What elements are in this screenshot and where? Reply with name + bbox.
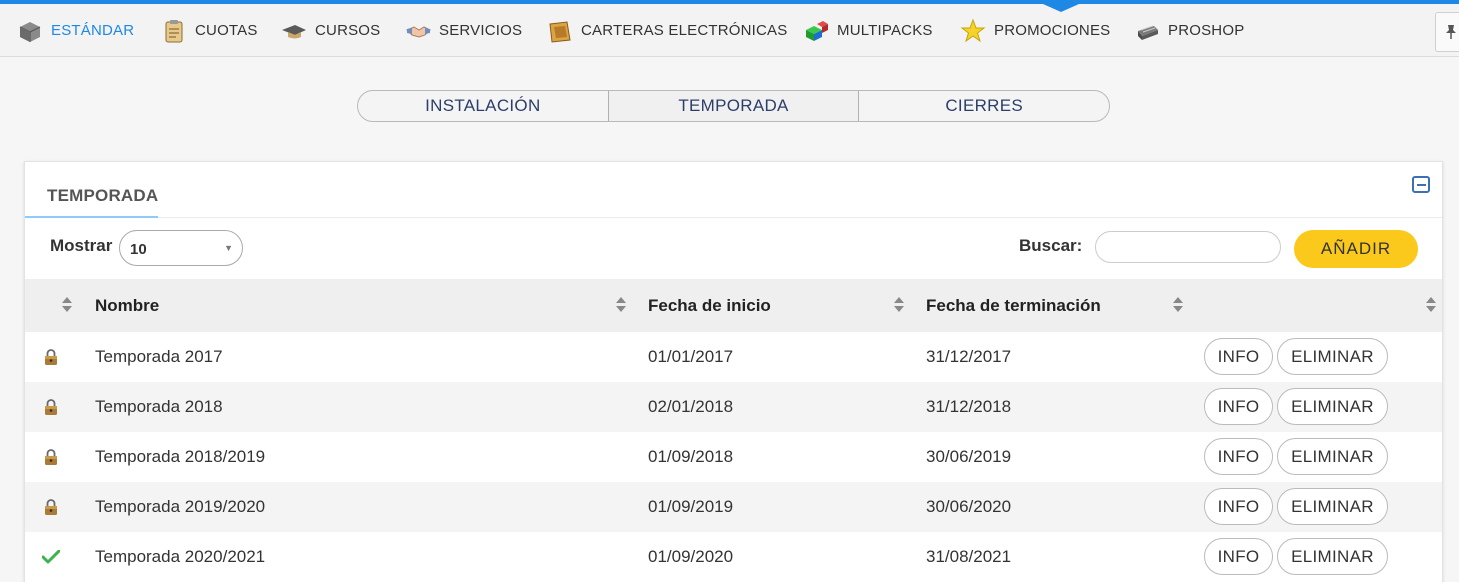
info-button[interactable]: INFO [1204, 438, 1273, 475]
table-header: Nombre Fecha de inicio Fecha de terminac… [25, 279, 1442, 332]
show-entries-label: Mostrar [50, 236, 113, 255]
nav-item-proshop[interactable]: PROSHOP [1134, 4, 1244, 57]
lock-icon [42, 447, 60, 467]
sort-icon[interactable] [1173, 297, 1183, 313]
cell-nombre: Temporada 2019/2020 [95, 497, 266, 516]
caret-down-icon: ▼ [224, 243, 233, 253]
cell-fecha-inicio: 01/09/2019 [648, 497, 734, 516]
nav-label: CUOTAS [195, 22, 258, 39]
delete-button[interactable]: ELIMINAR [1277, 388, 1388, 425]
delete-button[interactable]: ELIMINAR [1277, 338, 1388, 375]
delete-button[interactable]: ELIMINAR [1277, 438, 1388, 475]
show-entries-value: 10 [130, 241, 147, 258]
box-icon [17, 18, 43, 44]
search-input[interactable] [1095, 231, 1281, 263]
lock-icon [42, 347, 60, 367]
tab-cierres[interactable]: CIERRES [859, 91, 1109, 121]
cell-nombre: Temporada 2017 [95, 347, 223, 366]
cell-fecha-inicio: 01/09/2018 [648, 447, 734, 466]
panel-title-underline [25, 216, 158, 218]
info-button[interactable]: INFO [1204, 538, 1273, 575]
nav-item-cursos[interactable]: CURSOS [281, 4, 380, 57]
cell-fecha-terminacion: 31/08/2021 [926, 547, 1012, 566]
cell-fecha-terminacion: 30/06/2020 [926, 497, 1012, 516]
nav-label: MULTIPACKS [837, 22, 933, 39]
cell-fecha-inicio: 01/01/2017 [648, 347, 734, 366]
nav-label: SERVICIOS [439, 22, 523, 39]
nav-label: PROMOCIONES [994, 22, 1111, 39]
cell-nombre: Temporada 2018/2019 [95, 447, 266, 466]
star-icon [960, 18, 986, 44]
nav-item-servicios[interactable]: SERVICIOS [405, 4, 522, 57]
nav-label: ESTÁNDAR [51, 22, 135, 39]
table-row: Temporada 2018 02/01/2018 31/12/2018 INFO EL… [25, 382, 1442, 432]
nav-item-promociones[interactable]: PROMOCIONES [960, 4, 1110, 57]
top-navigation: ESTÁNDAR CUOTAS CURSOS SERVICIOS CARTERA… [0, 4, 1459, 57]
column-header-fecha-inicio[interactable]: Fecha de inicio [648, 279, 771, 332]
table-row: Temporada 2020/2021 01/09/2020 31/08/2021 I… [25, 532, 1442, 582]
pin-icon[interactable] [1435, 12, 1459, 52]
handshake-icon [405, 18, 431, 44]
panel-divider [25, 217, 1442, 218]
add-button[interactable]: AÑADIR [1294, 230, 1418, 268]
cell-nombre: Temporada 2020/2021 [95, 547, 266, 566]
nav-item-cuotas[interactable]: CUOTAS [161, 4, 258, 57]
sort-icon[interactable] [894, 297, 904, 313]
info-button[interactable]: INFO [1204, 338, 1273, 375]
check-icon [42, 547, 60, 567]
cell-fecha-terminacion: 30/06/2019 [926, 447, 1012, 466]
show-entries-select[interactable]: 10 ▼ [119, 230, 243, 266]
column-header-nombre[interactable]: Nombre [95, 279, 159, 332]
table-row: Temporada 2018/2019 01/09/2018 30/06/2019 I… [25, 432, 1442, 482]
cell-fecha-terminacion: 31/12/2018 [926, 397, 1012, 416]
lock-icon [42, 497, 60, 517]
graduation-cap-icon [281, 18, 307, 44]
column-header-fecha-terminacion[interactable]: Fecha de terminación [926, 279, 1101, 332]
tab-instalacion[interactable]: INSTALACIÓN [358, 91, 608, 121]
cell-nombre: Temporada 2018 [95, 397, 223, 416]
nav-label: CURSOS [315, 22, 381, 39]
sort-icon[interactable] [62, 297, 72, 313]
table-row: Temporada 2017 01/01/2017 31/12/2017 INFO EL… [25, 332, 1442, 382]
sort-icon[interactable] [1426, 297, 1436, 313]
lock-icon [42, 397, 60, 417]
tab-temporada[interactable]: TEMPORADA [607, 91, 860, 121]
cell-fecha-inicio: 01/09/2020 [648, 547, 734, 566]
cash-register-icon [1134, 18, 1160, 44]
table-row: Temporada 2019/2020 01/09/2019 30/06/2020 I… [25, 482, 1442, 532]
cell-fecha-terminacion: 31/12/2017 [926, 347, 1012, 366]
nav-item-multipacks[interactable]: MULTIPACKS [803, 4, 933, 57]
delete-button[interactable]: ELIMINAR [1277, 538, 1388, 575]
wallet-icon [547, 18, 573, 44]
temporada-panel: TEMPORADA Mostrar 10 ▼ Buscar: AÑADIR No… [24, 161, 1443, 582]
info-button[interactable]: INFO [1204, 388, 1273, 425]
nav-label: PROSHOP [1168, 22, 1245, 39]
clipboard-icon [161, 18, 187, 44]
cell-fecha-inicio: 02/01/2018 [648, 397, 734, 416]
delete-button[interactable]: ELIMINAR [1277, 488, 1388, 525]
panel-title: TEMPORADA [47, 186, 159, 205]
active-indicator-notch [1043, 4, 1079, 12]
cubes-icon [803, 18, 829, 44]
section-tabs: INSTALACIÓN TEMPORADA CIERRES [357, 90, 1110, 122]
nav-item-estandar[interactable]: ESTÁNDAR [17, 4, 134, 57]
nav-item-carteras[interactable]: CARTERAS ELECTRÓNICAS [547, 4, 787, 57]
sort-icon[interactable] [616, 297, 626, 313]
search-label: Buscar: [1019, 236, 1083, 255]
nav-label: CARTERAS ELECTRÓNICAS [581, 22, 788, 39]
info-button[interactable]: INFO [1204, 488, 1273, 525]
collapse-icon[interactable] [1412, 176, 1430, 193]
